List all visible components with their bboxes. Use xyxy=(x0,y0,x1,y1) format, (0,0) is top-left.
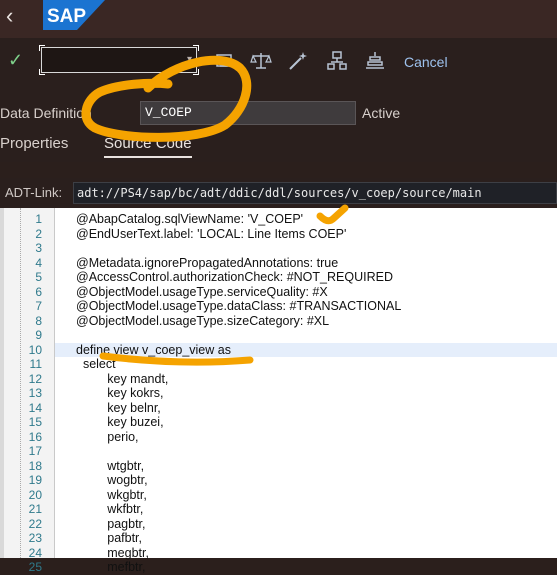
code-line[interactable]: 19 wogbtr, xyxy=(0,473,557,488)
code-line[interactable]: 1 @AbapCatalog.sqlViewName: 'V_COEP' xyxy=(0,212,557,227)
command-input[interactable] xyxy=(45,50,179,72)
code-text[interactable]: key buzei, xyxy=(76,415,163,430)
sap-logo: SAP xyxy=(43,0,105,30)
code-line[interactable]: 14 key belnr, xyxy=(0,401,557,416)
code-text[interactable]: pafbtr, xyxy=(76,531,142,546)
code-line[interactable]: 10 define view v_coep_view as xyxy=(0,343,557,358)
code-line[interactable]: 12 key mandt, xyxy=(0,372,557,387)
line-number: 8 xyxy=(35,313,42,328)
code-line[interactable]: 21 wkfbtr, xyxy=(0,502,557,517)
line-number: 12 xyxy=(28,371,42,386)
line-number: 13 xyxy=(28,386,42,400)
chevron-left-icon[interactable]: ‹ xyxy=(6,4,26,28)
adt-link-label: ADT-Link: xyxy=(5,185,63,200)
code-line[interactable]: 5 @AccessControl.authorizationCheck: #NOT… xyxy=(0,270,557,285)
tab-properties[interactable]: Properties xyxy=(0,135,68,152)
line-number: 9 xyxy=(35,328,42,342)
code-line[interactable]: 25 mefbtr, xyxy=(0,560,557,575)
magic-wand-icon[interactable] xyxy=(287,50,309,72)
code-text[interactable]: wkgbtr, xyxy=(76,488,147,503)
balance-icon[interactable] xyxy=(250,50,272,72)
code-text[interactable]: @ObjectModel.usageType.dataClass: #TRANS… xyxy=(76,299,401,314)
code-line[interactable]: 6 @ObjectModel.usageType.serviceQuality: … xyxy=(0,285,557,300)
line-number: 6 xyxy=(35,284,42,299)
line-number: 23 xyxy=(28,531,42,545)
code-editor[interactable]: 1 @AbapCatalog.sqlViewName: 'V_COEP' 2 @End… xyxy=(0,208,557,574)
line-number: 5 xyxy=(35,270,42,284)
command-field[interactable]: ▾ xyxy=(39,45,199,75)
line-number: 7 xyxy=(35,299,42,313)
line-number: 17 xyxy=(28,444,42,458)
code-text[interactable]: mefbtr, xyxy=(76,560,145,575)
code-text[interactable]: wtgbtr, xyxy=(76,459,144,474)
corner-mark xyxy=(39,69,45,75)
status-text: Active xyxy=(362,105,401,121)
object-header: Data Definition V_COEP Active Properties… xyxy=(0,88,557,162)
cancel-button[interactable]: Cancel xyxy=(404,54,448,70)
code-line[interactable]: 18 wtgbtr, xyxy=(0,459,557,474)
adt-link-row: ADT-Link: adt://PS4/sap/bc/adt/ddic/ddl/… xyxy=(0,178,557,208)
code-line[interactable]: 13 key kokrs, xyxy=(0,386,557,401)
line-number: 3 xyxy=(35,241,42,255)
tab-source-code[interactable]: Source Code xyxy=(104,135,192,158)
code-text[interactable]: @AbapCatalog.sqlViewName: 'V_COEP' xyxy=(76,212,303,227)
code-line[interactable]: 2 @EndUserText.label: 'LOCAL: Line Items … xyxy=(0,227,557,242)
code-text[interactable]: define view v_coep_view as xyxy=(76,343,231,358)
line-number: 19 xyxy=(28,473,42,487)
code-text[interactable]: @Metadata.ignorePropagatedAnnotations: t… xyxy=(76,256,338,271)
code-text[interactable]: @EndUserText.label: 'LOCAL: Line Items C… xyxy=(76,227,346,242)
definition-label: Data Definition xyxy=(0,105,92,121)
checkmark-icon[interactable]: ✓ xyxy=(8,50,23,71)
line-number: 16 xyxy=(28,429,42,444)
corner-mark xyxy=(193,69,199,75)
code-text[interactable]: @ObjectModel.usageType.serviceQuality: #… xyxy=(76,285,328,300)
line-number: 2 xyxy=(35,226,42,241)
definition-field[interactable]: V_COEP xyxy=(140,101,356,125)
line-number: 10 xyxy=(28,342,42,357)
align-icon[interactable] xyxy=(364,50,386,72)
code-text[interactable]: wkfbtr, xyxy=(76,502,143,517)
logo-text: SAP xyxy=(47,6,86,27)
corner-mark xyxy=(39,45,45,51)
code-line[interactable]: 17 xyxy=(0,444,557,459)
line-number: 14 xyxy=(28,400,42,415)
code-line[interactable]: 15 key buzei, xyxy=(0,415,557,430)
code-text[interactable]: pagbtr, xyxy=(76,517,145,532)
code-line[interactable]: 4 @Metadata.ignorePropagatedAnnotations: … xyxy=(0,256,557,271)
line-number: 18 xyxy=(28,458,42,473)
display-icon[interactable] xyxy=(214,50,236,72)
line-number: 22 xyxy=(28,516,42,531)
code-text[interactable]: key kokrs, xyxy=(76,386,163,401)
code-text[interactable]: @AccessControl.authorizationCheck: #NOT_… xyxy=(76,270,393,285)
code-line[interactable]: 20 wkgbtr, xyxy=(0,488,557,503)
code-text[interactable]: wogbtr, xyxy=(76,473,147,488)
code-line[interactable]: 7 @ObjectModel.usageType.dataClass: #TRAN… xyxy=(0,299,557,314)
code-text[interactable]: key belnr, xyxy=(76,401,161,416)
code-line[interactable]: 11 select xyxy=(0,357,557,372)
line-number: 4 xyxy=(35,255,42,270)
code-text[interactable]: select xyxy=(76,357,116,372)
code-line[interactable]: 8 @ObjectModel.usageType.sizeCategory: #X… xyxy=(0,314,557,329)
code-text[interactable]: @ObjectModel.usageType.sizeCategory: #XL xyxy=(76,314,329,329)
code-text[interactable]: key mandt, xyxy=(76,372,168,387)
code-line[interactable]: 9 xyxy=(0,328,557,343)
line-number: 20 xyxy=(28,487,42,502)
toolbar: ✓ ▾ Cancel xyxy=(0,38,557,88)
code-line[interactable]: 16 perio, xyxy=(0,430,557,445)
code-text[interactable]: perio, xyxy=(76,430,138,445)
line-number: 11 xyxy=(29,357,42,371)
code-line[interactable]: 3 xyxy=(0,241,557,256)
line-number: 15 xyxy=(28,415,42,429)
corner-mark xyxy=(193,45,199,51)
chevron-down-icon[interactable]: ▾ xyxy=(187,54,192,65)
code-line[interactable]: 22 pagbtr, xyxy=(0,517,557,532)
line-number: 25 xyxy=(28,560,42,574)
line-number: 1 xyxy=(35,212,42,226)
line-number: 21 xyxy=(28,502,42,516)
hierarchy-icon[interactable] xyxy=(326,50,348,72)
shell-bar: ‹ SAP xyxy=(0,0,557,38)
code-line[interactable]: 23 pafbtr, xyxy=(0,531,557,546)
adt-link-field[interactable]: adt://PS4/sap/bc/adt/ddic/ddl/sources/v_… xyxy=(73,182,557,204)
